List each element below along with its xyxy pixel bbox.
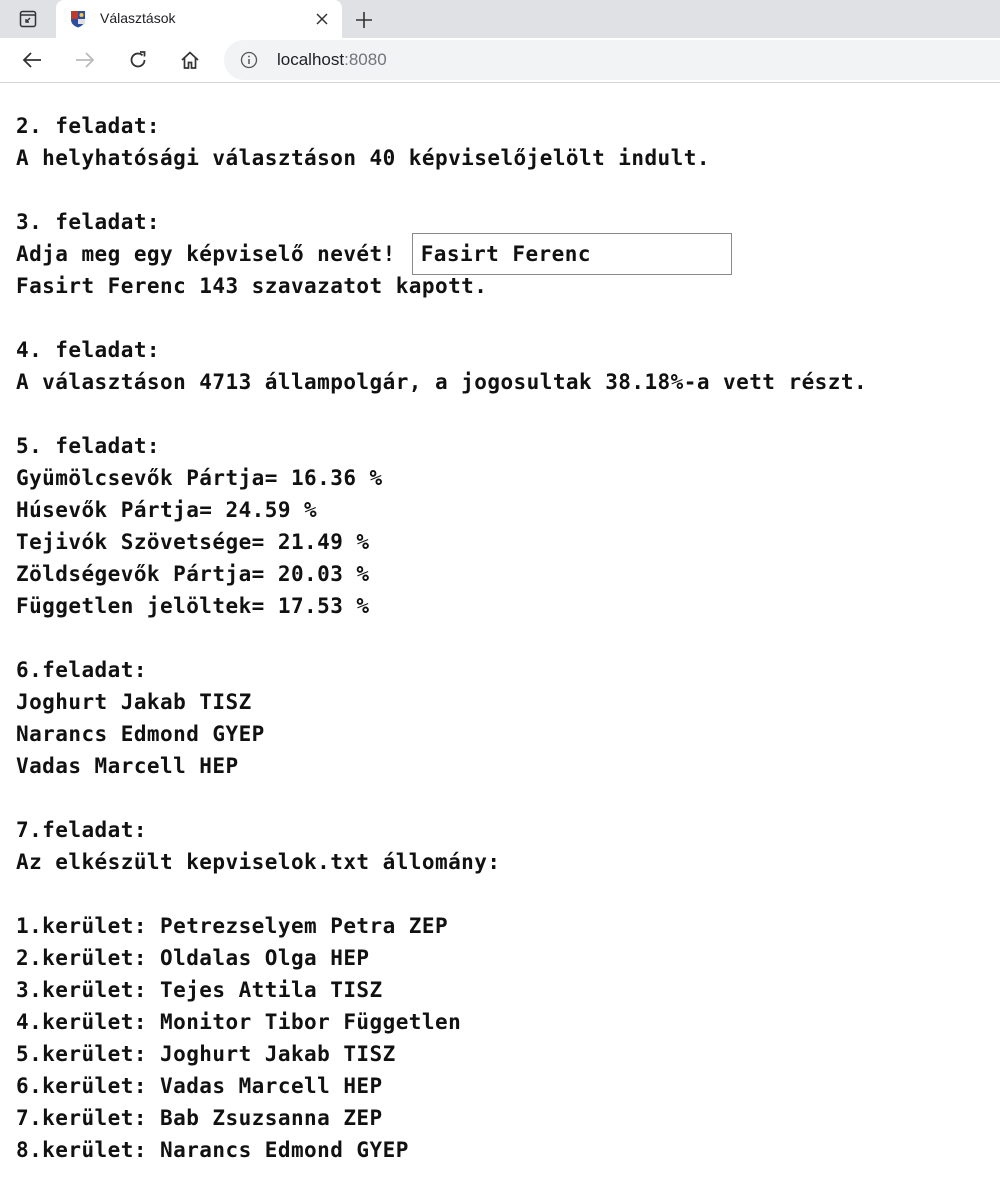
tab-title: Választások — [100, 10, 176, 26]
browser-toolbar: localhost:8080 — [0, 38, 1000, 83]
page-content: 2. feladat: A helyhatósági választáson 4… — [0, 110, 1000, 1166]
reload-icon[interactable] — [122, 46, 154, 74]
task2-text: A helyhatósági választáson 40 képviselőj… — [16, 146, 710, 170]
site-info-icon[interactable] — [240, 51, 258, 69]
party-result-line: Gyümölcsevők Pártja= 16.36 % — [16, 466, 383, 490]
party-result-line: Tejivók Szövetsége= 21.49 % — [16, 530, 370, 554]
district-line: 5.kerület: Joghurt Jakab TISZ — [16, 1042, 396, 1066]
party-result-line: Húsevők Pártja= 24.59 % — [16, 498, 318, 522]
district-line: 8.kerület: Narancs Edmond GYEP — [16, 1138, 409, 1162]
district-line: 2.kerület: Oldalas Olga HEP — [16, 946, 370, 970]
party-result-line: Független jelöltek= 17.53 % — [16, 594, 370, 618]
task7-text: Az elkészült kepviselok.txt állomány: — [16, 850, 501, 874]
task7-heading: 7.feladat: — [16, 818, 147, 842]
browser-tab-strip: Választások — [0, 0, 1000, 38]
task5-heading: 5. feladat: — [16, 434, 161, 458]
active-tab[interactable]: Választások — [56, 0, 342, 38]
task2-heading: 2. feladat: — [16, 114, 161, 138]
party-result-line: Zöldségevők Pártja= 20.03 % — [16, 562, 370, 586]
close-icon[interactable] — [312, 9, 332, 29]
url-port: :8080 — [344, 50, 387, 69]
winner-line: Narancs Edmond GYEP — [16, 722, 265, 746]
task6-heading: 6.feladat: — [16, 658, 147, 682]
representative-name-input[interactable] — [411, 233, 732, 275]
task4-text: A választáson 4713 állampolgár, a jogosu… — [16, 370, 868, 394]
district-line: 3.kerület: Tejes Attila TISZ — [16, 978, 383, 1002]
address-bar[interactable]: localhost:8080 — [224, 40, 1000, 80]
district-line: 7.kerület: Bab Zsuzsanna ZEP — [16, 1106, 383, 1130]
back-arrow-icon[interactable] — [16, 46, 48, 74]
favicon-icon — [69, 10, 87, 28]
forward-arrow-icon[interactable] — [69, 46, 101, 74]
tab-actions-icon[interactable] — [10, 7, 46, 31]
url-host: localhost — [277, 50, 345, 69]
district-line: 6.kerület: Vadas Marcell HEP — [16, 1074, 383, 1098]
home-icon[interactable] — [174, 46, 206, 74]
new-tab-icon[interactable] — [352, 8, 376, 32]
url-text[interactable]: localhost:8080 — [277, 50, 387, 70]
winner-line: Vadas Marcell HEP — [16, 754, 239, 778]
task4-heading: 4. feladat: — [16, 338, 161, 362]
district-line: 4.kerület: Monitor Tibor Független — [16, 1010, 462, 1034]
task3-prompt: Adja meg egy képviselő nevét! — [16, 242, 396, 266]
district-line: 1.kerület: Petrezselyem Petra ZEP — [16, 914, 449, 938]
winner-line: Joghurt Jakab TISZ — [16, 690, 252, 714]
